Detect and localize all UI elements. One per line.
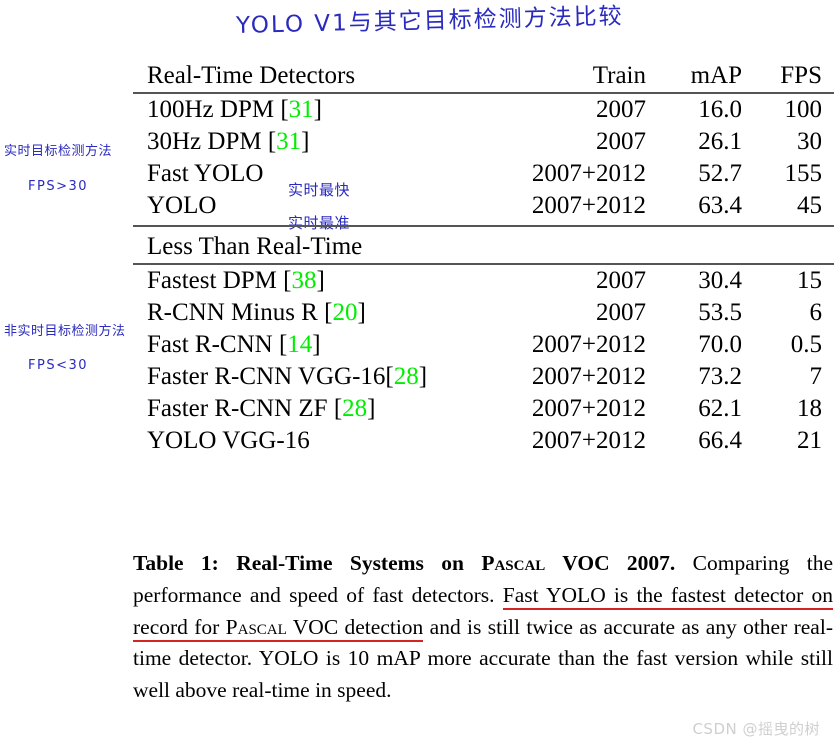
citation-ref: [20]	[324, 299, 366, 326]
table-caption: Table 1: Real-Time Systems on Pascal VOC…	[133, 548, 833, 707]
section-header-row: Less Than Real-Time	[133, 226, 834, 265]
citation-ref: [28]	[333, 395, 376, 422]
cell-train: 2007	[596, 128, 646, 155]
handwritten-title: YOLO V1与其它目标检测方法比较	[235, 3, 624, 39]
citation-ref: [28]	[385, 363, 428, 390]
cell-map: 66.4	[698, 427, 742, 454]
table-row: 30Hz DPM [31] 2007 26.1 30	[133, 126, 834, 158]
cell-map: 52.7	[698, 160, 742, 187]
cell-detector-name: Fast YOLO	[147, 160, 264, 187]
annotation-nonrealtime-label: 非实时目标检测方法	[4, 324, 126, 339]
table-row: Faster R-CNN ZF [28] 2007+2012 62.1 18	[133, 393, 834, 425]
column-header-detectors: Real-Time Detectors	[133, 60, 446, 94]
cell-map: 73.2	[698, 363, 742, 390]
table-body-realtime: 100Hz DPM [31] 2007 16.0 100 30Hz DPM [31] 20…	[133, 93, 834, 222]
caption-underlined-b: VOC detection	[286, 614, 424, 642]
results-table: Real-Time Detectors Train mAP FPS 100Hz …	[133, 60, 834, 457]
cell-fps: 21	[797, 427, 822, 454]
cell-fps: 155	[784, 160, 823, 187]
cell-map: 16.0	[698, 96, 742, 123]
cell-fps: 18	[797, 395, 822, 422]
cell-fps: 45	[797, 192, 822, 219]
cell-detector-name: Faster R-CNN ZF [28]	[147, 395, 376, 422]
cell-train: 2007+2012	[531, 363, 646, 390]
cell-train: 2007	[596, 299, 646, 326]
caption-title-b: VOC 2007.	[545, 551, 676, 575]
table-row: Fastest DPM [38] 2007 30.4 15	[133, 264, 834, 297]
caption-label: Table 1:	[133, 551, 219, 575]
cell-map: 26.1	[698, 128, 742, 155]
cell-train: 2007+2012	[531, 192, 646, 219]
citation-ref: [38]	[283, 267, 325, 294]
cell-train: 2007	[596, 267, 646, 294]
cell-fps: 0.5	[790, 331, 822, 358]
cell-fps: 30	[797, 128, 822, 155]
watermark: CSDN @摇曳的树	[692, 720, 820, 738]
caption-title-a: Real-Time Systems on	[236, 551, 482, 575]
cell-detector-name: YOLO	[147, 192, 217, 219]
cell-map: 30.4	[698, 267, 742, 294]
cell-map: 53.5	[698, 299, 742, 326]
cell-map: 63.4	[698, 192, 742, 219]
table-row: R-CNN Minus R [20] 2007 53.5 6	[133, 297, 834, 329]
cell-detector-name: YOLO VGG-16	[147, 427, 310, 454]
table-body-slower: Fastest DPM [38] 2007 30.4 15 R-CNN Minus R …	[133, 264, 834, 457]
cell-train: 2007+2012	[531, 427, 646, 454]
annotation-nonrealtime-fps: FPS<30	[28, 358, 89, 373]
table-body-section2-header: Less Than Real-Time	[133, 226, 834, 265]
table-row: Fast YOLO 2007+2012 52.7 155	[133, 158, 834, 190]
cell-map: 62.1	[698, 395, 742, 422]
citation-ref: [14]	[278, 331, 321, 358]
column-header-fps: FPS	[742, 60, 834, 94]
cell-fps: 100	[784, 96, 823, 123]
column-header-train: Train	[446, 60, 646, 94]
section-title-less-than-realtime: Less Than Real-Time	[133, 226, 446, 265]
annotation-realtime-label: 实时目标检测方法	[4, 144, 113, 159]
citation-ref: [31]	[280, 96, 322, 123]
table-row: YOLO 2007+2012 63.4 45	[133, 190, 834, 222]
cell-train: 2007+2012	[531, 331, 646, 358]
column-header-map: mAP	[646, 60, 742, 94]
table-row: Fast R-CNN [14] 2007+2012 70.0 0.5	[133, 329, 834, 361]
cell-detector-name: 30Hz DPM [31]	[147, 128, 310, 155]
cell-detector-name: Fastest DPM [38]	[147, 267, 325, 294]
cell-detector-name: Fast R-CNN [14]	[147, 331, 321, 358]
results-table-container: Real-Time Detectors Train mAP FPS 100Hz …	[133, 60, 834, 457]
caption-underlined-smallcaps: Pascal	[225, 614, 287, 642]
caption-title-smallcaps: Pascal	[481, 551, 546, 575]
cell-map: 70.0	[698, 331, 742, 358]
cell-detector-name: R-CNN Minus R [20]	[147, 299, 366, 326]
cell-train: 2007+2012	[531, 160, 646, 187]
cell-train: 2007+2012	[531, 395, 646, 422]
cell-train: 2007	[596, 96, 646, 123]
table-header-row: Real-Time Detectors Train mAP FPS	[133, 60, 834, 94]
table-row: YOLO VGG-16 2007+2012 66.4 21	[133, 425, 834, 457]
cell-detector-name: Faster R-CNN VGG-16[28]	[147, 363, 428, 390]
cell-detector-name: 100Hz DPM [31]	[147, 96, 322, 123]
table-row: Faster R-CNN VGG-16[28] 2007+2012 73.2 7	[133, 361, 834, 393]
cell-fps: 6	[809, 299, 823, 326]
cell-fps: 7	[809, 363, 823, 390]
citation-ref: [31]	[267, 128, 310, 155]
table-row: 100Hz DPM [31] 2007 16.0 100	[133, 93, 834, 126]
cell-fps: 15	[797, 267, 822, 294]
annotation-realtime-fps: FPS>30	[28, 179, 89, 194]
